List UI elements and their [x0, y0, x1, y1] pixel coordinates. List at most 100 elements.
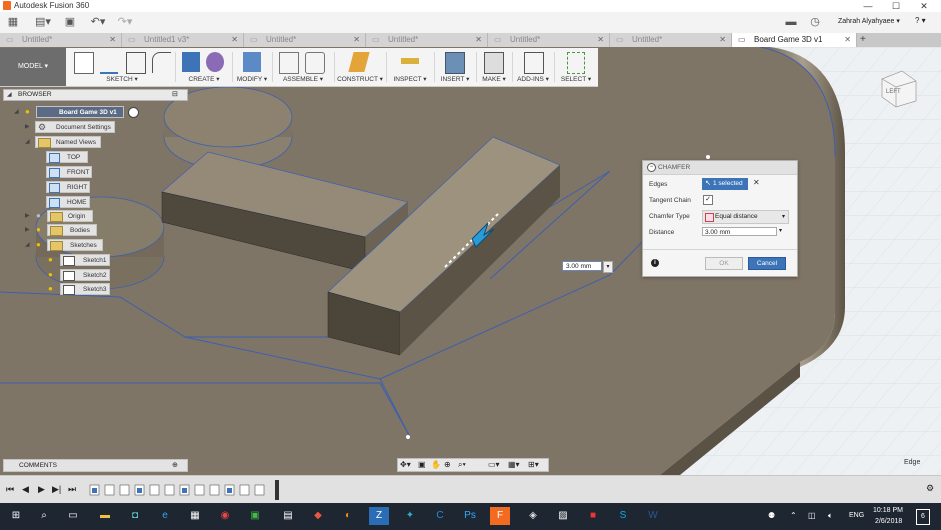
chamfer-dialog-header[interactable]: − CHAMFER [643, 161, 797, 175]
insert-image-icon[interactable] [445, 52, 465, 74]
measure-icon[interactable] [401, 58, 419, 64]
tool-icon[interactable]: ✦ [400, 507, 420, 525]
clock-date[interactable]: 2/6/2018 [875, 518, 902, 525]
line-icon[interactable] [100, 52, 118, 74]
inspect-group[interactable]: INSPECT ▾ [389, 48, 431, 86]
timeline-settings-gear-icon[interactable]: ⚙ [926, 483, 934, 494]
maximize-button[interactable]: ☐ [882, 0, 910, 12]
step-forward-icon[interactable]: ▶| [52, 484, 61, 495]
tree-sketch3[interactable]: ● Sketch3 [0, 283, 190, 296]
distance-dropdown-icon[interactable]: ▾ [779, 227, 782, 234]
sketch-group[interactable]: SKETCH ▾ [70, 48, 174, 86]
tree-document-settings[interactable]: ▶ Document Settings ⚙ [0, 121, 190, 134]
create-sketch-icon[interactable] [74, 52, 94, 74]
offset-plane-icon[interactable] [348, 52, 370, 72]
assemble-group[interactable]: ASSEMBLE ▾ [275, 48, 331, 86]
undo-icon[interactable]: ↶▾ [88, 15, 108, 29]
tray-chevron-icon[interactable]: ⌃ [790, 511, 797, 520]
joint-icon[interactable] [305, 52, 325, 74]
close-tab-icon[interactable]: ✕ [353, 33, 360, 47]
tree-named-views[interactable]: ◢ Named Views [0, 136, 190, 149]
distance-input[interactable]: 3.00 mm [702, 227, 777, 236]
expand-arrow-icon[interactable]: ◢ [14, 108, 19, 115]
volume-icon[interactable]: 🔈︎ [828, 511, 833, 521]
expand-arrow-icon[interactable]: ◢ [25, 138, 30, 145]
tree-view-home[interactable]: HOME [0, 196, 190, 209]
visibility-bulb-icon[interactable]: ● [25, 106, 35, 118]
tab-untitled-3[interactable]: ▭ Untitled* ✕ [366, 33, 488, 47]
close-tab-icon[interactable]: ✕ [597, 33, 604, 47]
display-settings-icon[interactable]: ▭▾ [488, 459, 500, 471]
collapse-dialog-icon[interactable]: − [647, 163, 656, 172]
tree-bodies[interactable]: ▶ ● Bodies [0, 224, 190, 237]
chamfer-type-select[interactable]: Equal distance ▾ [702, 210, 789, 224]
timeline-marker[interactable] [275, 480, 279, 500]
file-menu-icon[interactable]: ▤▾ [33, 15, 53, 29]
task-view-icon[interactable]: ▭ [63, 507, 83, 525]
tree-view-front[interactable]: FRONT [0, 166, 190, 179]
clock-icon[interactable]: ◷ [808, 15, 822, 29]
photoshop-icon[interactable]: Ps [460, 507, 480, 525]
tree-origin[interactable]: ▶ ● Origin [0, 210, 190, 223]
select-cursor-icon[interactable] [567, 52, 585, 74]
clear-selection-icon[interactable]: ✕ [753, 178, 760, 187]
cancel-button[interactable]: Cancel [748, 257, 786, 270]
new-tab-icon[interactable]: + [860, 33, 866, 47]
create-group[interactable]: CREATE ▾ [178, 48, 230, 86]
tree-view-top[interactable]: TOP [0, 151, 190, 164]
close-tab-icon[interactable]: ✕ [231, 33, 238, 47]
timeline-features[interactable] [88, 484, 278, 496]
store-icon[interactable]: ◘ [125, 507, 145, 525]
expand-arrow-icon[interactable]: ◢ [25, 241, 30, 248]
ok-button[interactable]: OK [705, 257, 743, 270]
browser-pin-icon[interactable]: ⊟ [172, 90, 178, 100]
modify-group[interactable]: MODIFY ▾ [235, 48, 269, 86]
floating-input-dropdown-icon[interactable]: ▾ [603, 261, 613, 273]
scripts-addins-icon[interactable] [524, 52, 544, 74]
make-group[interactable]: MAKE ▾ [479, 48, 509, 86]
expand-arrow-icon[interactable]: ▶ [25, 123, 30, 130]
expand-arrow-icon[interactable]: ▶ [25, 226, 30, 233]
tab-board-game[interactable]: ▭ Board Game 3D v1 ✕ [732, 33, 857, 47]
add-ins-group[interactable]: ADD-INS ▾ [515, 48, 551, 86]
chrome-icon[interactable]: ◉ [215, 507, 235, 525]
minimize-button[interactable]: — [854, 0, 882, 12]
tangent-chain-checkbox[interactable]: ✓ [703, 195, 713, 205]
close-tab-icon[interactable]: ✕ [109, 33, 116, 47]
activate-radio-icon[interactable] [128, 107, 139, 118]
insert-group[interactable]: INSERT ▾ [437, 48, 473, 86]
action-center-badge[interactable]: 6 [916, 509, 930, 525]
clock-time[interactable]: 10:18 PM [873, 507, 903, 514]
visibility-bulb-icon[interactable]: ● [36, 239, 46, 251]
tree-view-right[interactable]: RIGHT [0, 181, 190, 194]
fusion-taskbar-icon[interactable]: F [490, 507, 510, 525]
press-pull-icon[interactable] [243, 52, 261, 72]
photos-icon[interactable]: ▨ [553, 507, 573, 525]
network-icon[interactable]: ◫ [808, 511, 816, 520]
people-icon[interactable]: ⚉ [768, 511, 775, 520]
go-to-start-icon[interactable]: ⏮ [6, 484, 14, 495]
info-icon[interactable]: i [651, 259, 659, 267]
rectangle-icon[interactable] [126, 52, 146, 74]
app-red-icon[interactable]: ■ [583, 507, 603, 525]
go-to-end-icon[interactable]: ⏭ [68, 484, 76, 495]
tree-root[interactable]: ◢ ● Board Game 3D v1 [0, 106, 190, 119]
collapse-arrow-icon[interactable]: ◢ [7, 91, 12, 98]
save-icon[interactable]: ▣ [63, 15, 77, 29]
pan-icon[interactable]: ✋ [431, 459, 441, 471]
edge-browser-icon[interactable]: e [155, 507, 175, 525]
close-tab-icon[interactable]: ✕ [475, 33, 482, 47]
close-tab-icon[interactable]: ✕ [719, 33, 726, 47]
unity-icon[interactable]: ◈ [523, 507, 543, 525]
chamfer-distance-floating-input[interactable]: 3.00 mm [562, 261, 602, 271]
tree-sketch2[interactable]: ● Sketch2 [0, 269, 190, 282]
expand-arrow-icon[interactable]: ▶ [25, 212, 30, 219]
input-language[interactable]: ENG [849, 512, 864, 519]
file-explorer-icon[interactable]: ▬ [95, 507, 115, 525]
visibility-bulb-icon[interactable]: ● [48, 254, 58, 266]
3d-print-icon[interactable] [484, 52, 504, 74]
tab-untitled-4[interactable]: ▭ Untitled* ✕ [488, 33, 610, 47]
skype-icon[interactable]: S [613, 507, 633, 525]
help-menu[interactable]: ? ▾ [915, 16, 926, 25]
zoom-icon[interactable]: ⊕ [444, 459, 451, 471]
